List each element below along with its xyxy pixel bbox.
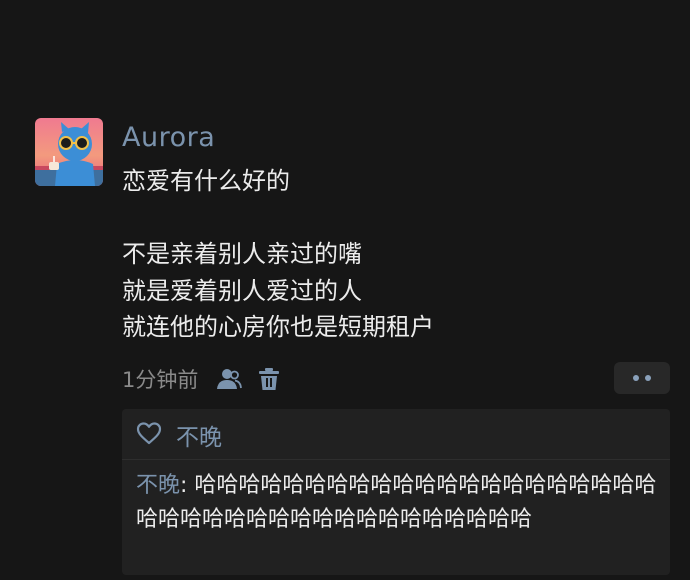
friends-icon[interactable] — [216, 366, 243, 392]
post-text-line: 就连他的心房你也是短期租户 — [122, 313, 434, 341]
likes-row: 不晚 — [136, 419, 222, 451]
avatar[interactable] — [35, 118, 103, 186]
likes-comments-panel: 不晚 不晚: 哈哈哈哈哈哈哈哈哈哈哈哈哈哈哈哈哈哈哈哈哈哈哈哈哈哈哈哈哈哈哈哈哈… — [122, 409, 670, 575]
like-user-name[interactable]: 不晚 — [176, 418, 222, 452]
more-dots-icon — [633, 375, 639, 381]
post-text: 恋爱有什么好的 不是亲着别人亲过的嘴 就是爱着别人爱过的人 就连他的心房你也是短… — [122, 163, 662, 346]
post-timestamp: 1分钟前 — [122, 368, 199, 392]
trash-icon[interactable] — [256, 366, 282, 392]
post-meta: 1分钟前 — [122, 362, 282, 396]
more-dots-icon — [645, 375, 651, 381]
post-text-line: 就是爱着别人爱过的人 — [122, 276, 362, 305]
comment-separator: : — [180, 473, 195, 498]
post-text-line: 不是亲着别人亲过的嘴 — [122, 240, 362, 268]
comment-item[interactable]: 不晚: 哈哈哈哈哈哈哈哈哈哈哈哈哈哈哈哈哈哈哈哈哈哈哈哈哈哈哈哈哈哈哈哈哈哈哈哈… — [136, 469, 662, 536]
more-options-button[interactable] — [614, 362, 670, 394]
comment-author-name[interactable]: 不晚 — [136, 473, 180, 498]
comment-text: 哈哈哈哈哈哈哈哈哈哈哈哈哈哈哈哈哈哈哈哈哈哈哈哈哈哈哈哈哈哈哈哈哈哈哈哈哈哈哈 — [136, 473, 657, 532]
post-text-line: 恋爱有什么好的 — [122, 167, 290, 195]
panel-divider — [122, 459, 670, 460]
heart-icon — [136, 421, 162, 449]
post-author-name[interactable]: Aurora — [122, 120, 215, 156]
post-text-line — [122, 200, 662, 237]
